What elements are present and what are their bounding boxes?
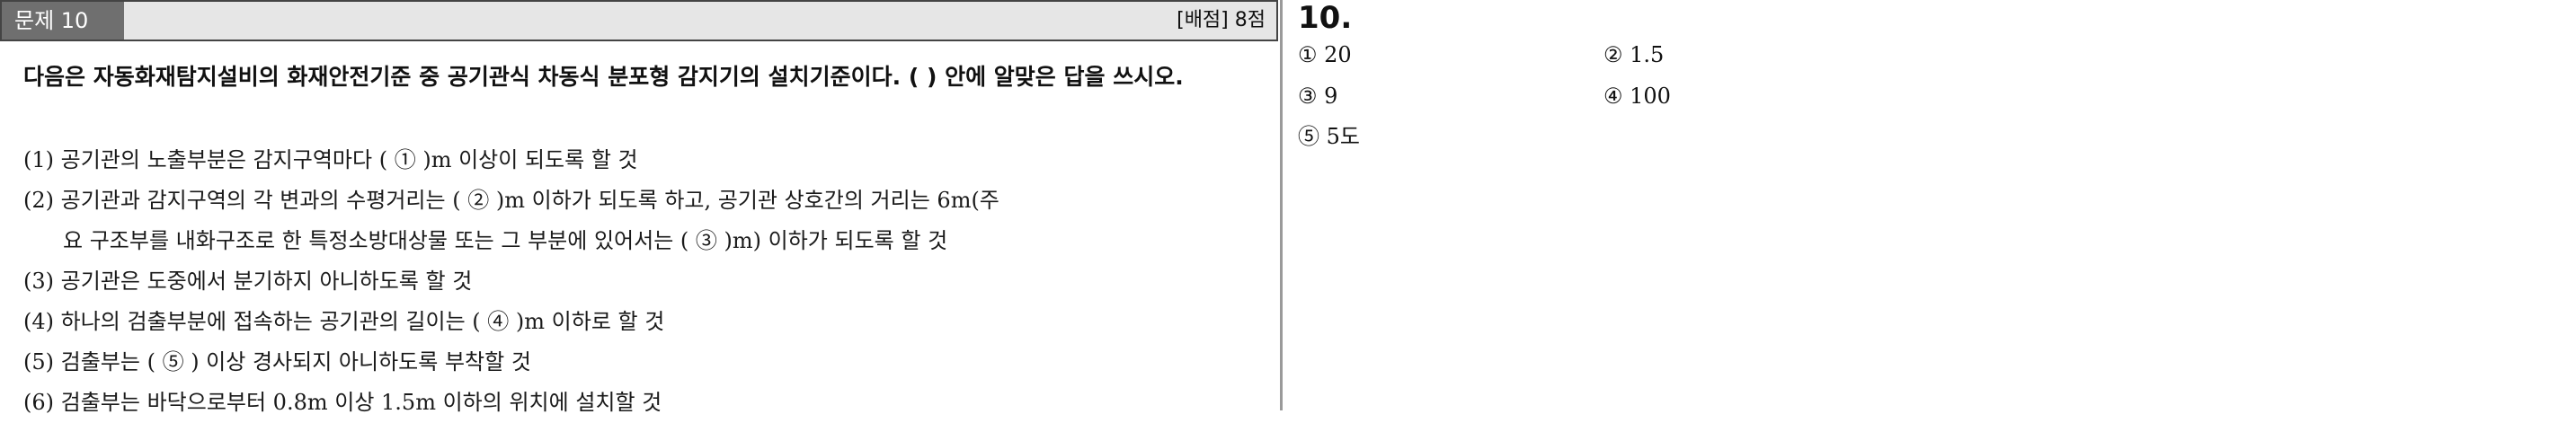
question-item-3: (3) 공기관은 도중에서 분기하지 아니하도록 할 것 <box>23 269 473 294</box>
answer-item-2: ② 1.5 <box>1603 42 1665 67</box>
answer-panel: 10. ① 20 ② 1.5 ③ 9 ④ 100 ⑤ 5도 <box>1298 0 2556 410</box>
question-item-5: (5) 검출부는 ( ⑤ ) 이상 경사되지 아니하도록 부착할 것 <box>23 349 531 375</box>
question-panel: 문제 10 [배점] 8점 다음은 자동화재탐지설비의 화재안전기준 중 공기관… <box>0 0 1280 415</box>
answer-number: 10. <box>1298 0 1353 36</box>
answer-item-1: ① 20 <box>1298 42 1352 67</box>
question-items: (1) 공기관의 노출부분은 감지구역마다 ( ① )m 이상이 되도록 할 것… <box>23 140 1273 423</box>
question-item-4: (4) 하나의 검출부분에 접속하는 공기관의 길이는 ( ④ )m 이하로 할… <box>23 309 665 334</box>
question-item-2: (2) 공기관과 감지구역의 각 변과의 수평거리는 ( ② )m 이하가 되도… <box>23 188 999 213</box>
question-number-label: 문제 10 <box>2 2 124 40</box>
question-item-2-continued: 요 구조부를 내화구조로 한 특정소방대상물 또는 그 부분에 있어서는 ( ③… <box>63 228 948 253</box>
question-header-bar: 문제 10 [배점] 8점 <box>0 0 1278 41</box>
answer-item-4: ④ 100 <box>1603 84 1671 109</box>
column-divider <box>1280 0 1283 410</box>
answer-item-5: ⑤ 5도 <box>1298 124 1360 149</box>
answer-item-3: ③ 9 <box>1298 84 1338 109</box>
question-item-1: (1) 공기관의 노출부분은 감지구역마다 ( ① )m 이상이 되도록 할 것 <box>23 147 638 172</box>
question-prompt: 다음은 자동화재탐지설비의 화재안전기준 중 공기관식 차동식 분포형 감지기의… <box>23 64 1184 90</box>
question-score: [배점] 8점 <box>1177 9 1266 31</box>
question-item-6: (6) 검출부는 바닥으로부터 0.8m 이상 1.5m 이하의 위치에 설치할… <box>23 390 662 415</box>
